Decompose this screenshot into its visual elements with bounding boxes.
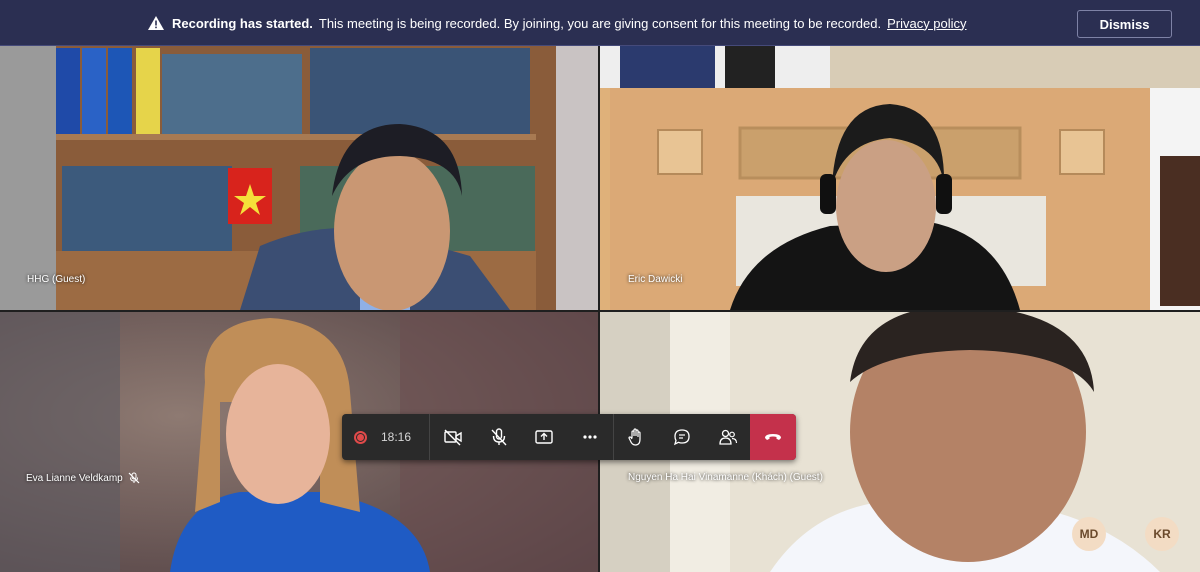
video-tile-hhg[interactable]: HHG (Guest) <box>0 46 598 310</box>
dismiss-button[interactable]: Dismiss <box>1077 10 1172 38</box>
avatar[interactable]: MD <box>1072 517 1106 551</box>
video-feed <box>0 46 598 310</box>
recording-banner: Recording has started. This meeting is b… <box>0 0 1200 46</box>
hang-up-button[interactable] <box>750 414 797 460</box>
video-feed <box>600 46 1200 310</box>
chat-button[interactable] <box>659 414 705 460</box>
participant-name: Nguyen Ha Hai Vinamanne (Khách) (Guest) <box>628 472 823 483</box>
recording-indicator: 18:16 <box>342 414 429 460</box>
banner-message: Recording has started. This meeting is b… <box>148 0 967 46</box>
participants-button[interactable] <box>705 414 751 460</box>
camera-toggle-button[interactable] <box>430 414 476 460</box>
banner-title: Recording has started. <box>172 15 313 31</box>
avatar[interactable]: KR <box>1145 517 1179 551</box>
participants-icon <box>718 429 737 445</box>
camera-off-icon <box>444 429 462 446</box>
participant-name: HHG (Guest) <box>27 274 86 285</box>
share-screen-button[interactable] <box>521 414 567 460</box>
privacy-policy-link[interactable]: Privacy policy <box>887 16 966 31</box>
participant-name: Eric Dawicki <box>628 274 683 285</box>
mic-off-icon <box>491 428 507 446</box>
meeting-controls: 18:16 <box>342 414 797 460</box>
hang-up-icon <box>765 434 782 440</box>
meeting-timer: 18:16 <box>381 430 412 444</box>
chat-icon <box>674 429 690 446</box>
more-actions-button[interactable] <box>567 414 613 460</box>
video-tile-eric[interactable]: Eric Dawicki <box>600 46 1200 310</box>
banner-text: This meeting is being recorded. By joini… <box>318 15 882 31</box>
more-icon <box>583 435 597 439</box>
mic-toggle-button[interactable] <box>476 414 522 460</box>
share-screen-icon <box>535 430 553 444</box>
raise-hand-icon <box>628 428 642 446</box>
participant-name: Eva Lianne Veldkamp <box>26 472 123 484</box>
record-icon <box>354 430 367 444</box>
raise-hand-button[interactable] <box>614 414 660 460</box>
mic-off-icon <box>128 472 140 484</box>
participant-name-row: Eva Lianne Veldkamp <box>26 472 140 484</box>
warning-icon <box>148 16 164 30</box>
